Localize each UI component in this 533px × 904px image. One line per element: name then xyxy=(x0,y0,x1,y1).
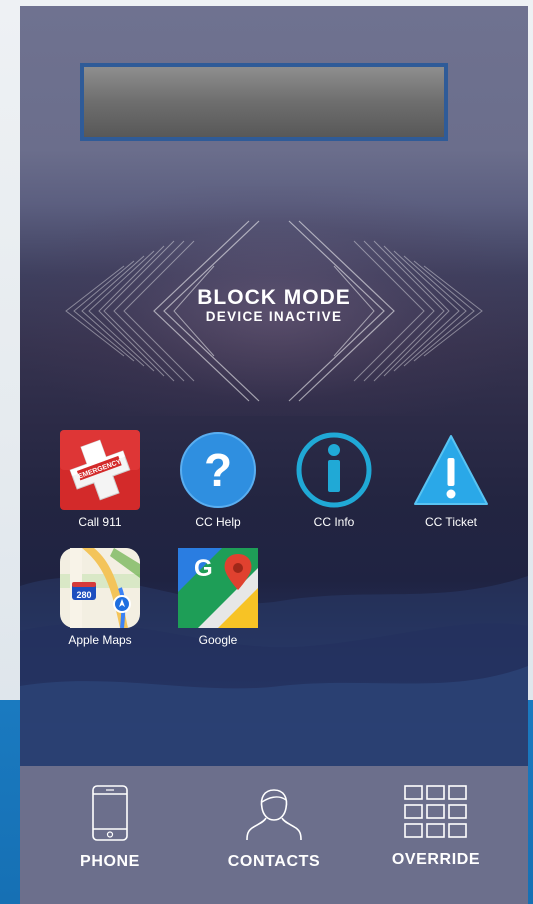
grid-icon xyxy=(404,785,467,838)
phone-icon xyxy=(92,785,128,841)
dock-override-button[interactable]: OVERRIDE xyxy=(366,784,506,869)
block-mode-title: BLOCK MODE xyxy=(197,286,351,309)
block-mode-status: BLOCK MODE DEVICE INACTIVE xyxy=(174,286,374,325)
device-status-subtitle: DEVICE INACTIVE xyxy=(205,309,343,324)
app-label: Google xyxy=(198,633,238,647)
dock-override-label: OVERRIDE xyxy=(391,851,481,868)
app-cc-ticket[interactable]: CC Ticket xyxy=(401,430,501,529)
app-cc-info[interactable]: CC Info xyxy=(284,430,384,529)
app-label: CC Help xyxy=(195,515,241,529)
svg-text:?: ? xyxy=(204,444,232,496)
route-number: 280 xyxy=(76,590,91,600)
app-label: CC Info xyxy=(313,515,355,529)
phone-screen: BLOCK MODE DEVICE INACTIVE EMERGENCY Cal… xyxy=(20,6,528,904)
info-icon xyxy=(294,430,374,510)
emergency-cross-icon: EMERGENCY xyxy=(60,430,140,510)
apple-maps-icon: 280 xyxy=(60,548,140,629)
dock-contacts-label: CONTACTS xyxy=(227,853,321,870)
app-cc-help[interactable]: ? CC Help xyxy=(168,430,268,529)
dock-contacts-button[interactable]: CONTACTS xyxy=(204,784,344,871)
contacts-icon xyxy=(246,789,302,841)
google-maps-icon: G xyxy=(178,548,258,628)
dock-phone-button[interactable]: PHONE xyxy=(40,784,180,871)
app-label: CC Ticket xyxy=(424,515,477,529)
bottom-dock: PHONE CONTACTS OVERRIDE xyxy=(20,766,528,904)
warning-triangle-icon xyxy=(411,430,491,510)
banner-box xyxy=(80,63,448,141)
question-mark-icon: ? xyxy=(178,430,258,510)
app-google-maps[interactable]: G Google xyxy=(168,548,268,647)
app-label: Apple Maps xyxy=(68,633,132,647)
app-label: Call 911 xyxy=(78,515,122,529)
app-call-911[interactable]: EMERGENCY Call 911 xyxy=(50,430,150,529)
dock-phone-label: PHONE xyxy=(80,853,140,870)
app-apple-maps[interactable]: 280 Apple Maps xyxy=(50,548,150,647)
google-letter: G xyxy=(194,555,213,582)
